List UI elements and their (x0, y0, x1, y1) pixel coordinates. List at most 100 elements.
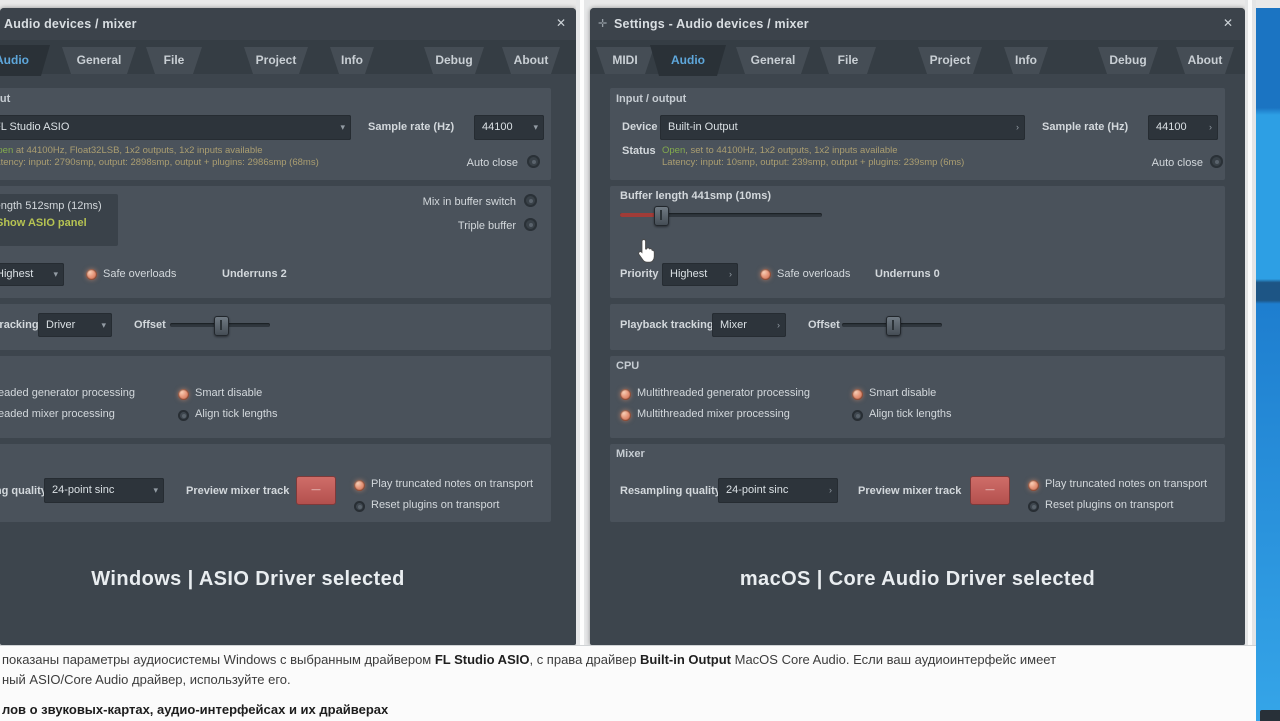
triple-buffer-label: Triple buffer (458, 220, 516, 232)
auto-close-label: Auto close (467, 157, 518, 169)
device-label: Device (622, 121, 657, 133)
tracking-value: Mixer (720, 313, 747, 337)
safe-overloads-label: Safe overloads (103, 268, 176, 280)
tab-midi[interactable]: MIDI (596, 47, 654, 74)
footer-note: показаны параметры аудиосистемы Windows … (0, 645, 1256, 721)
mouse-cursor-hand (636, 238, 658, 264)
tracking-dropdown[interactable]: Mixer › (712, 313, 786, 337)
chevron-down-icon: ▾ (533, 115, 538, 140)
safe-overloads-radio[interactable] (760, 269, 771, 280)
smart-disable-radio[interactable] (178, 389, 189, 400)
tab-about[interactable]: About (1176, 47, 1234, 74)
reset-plugins-radio[interactable] (354, 501, 365, 512)
tab-general[interactable]: General (736, 47, 810, 74)
footer-line-3: лов о звуковых-картах, аудио-интерфейсах… (2, 702, 388, 717)
multithreaded-mixer-label: Multithreaded mixer processing (637, 408, 790, 420)
device-dropdown[interactable]: FL Studio ASIO ▾ (0, 115, 351, 140)
chevron-right-icon: › (829, 478, 832, 503)
resampling-dropdown[interactable]: 24-point sinc ▾ (44, 478, 164, 503)
status-line-2: Latency: input: 10smp, output: 239smp, o… (662, 157, 964, 168)
tab-bar: MIDI Audio General File Project Info Deb… (590, 40, 1245, 74)
show-asio-panel-link[interactable]: Show ASIO panel (0, 217, 87, 229)
tracking-dropdown[interactable]: Driver ▾ (38, 313, 112, 337)
settings-window-macos: ✛ Settings - Audio devices / mixer ✕ MID… (590, 8, 1245, 645)
reset-plugins-label: Reset plugins on transport (371, 499, 499, 511)
status-rest: , set to 44100Hz, 1x2 outputs, 1x2 input… (685, 145, 897, 156)
preview-mixer-track-button[interactable]: — (296, 476, 336, 505)
status-open: Open (0, 145, 13, 156)
window-title: Audio devices / mixer (4, 17, 137, 31)
close-icon[interactable]: ✕ (556, 16, 566, 30)
footer-line-2: ный ASIO/Core Audio драйвер, используйте… (2, 672, 291, 687)
desktop-background-strip (1256, 8, 1280, 721)
align-tick-radio[interactable] (178, 410, 189, 421)
chevron-down-icon: ▾ (340, 115, 345, 140)
tab-file[interactable]: File (146, 47, 202, 74)
buffer-length-label: Buffer length 441smp (10ms) (620, 190, 771, 202)
multithreaded-generator-label: Multithreaded generator processing (637, 387, 810, 399)
titlebar: ✛ Settings - Audio devices / mixer ✕ (590, 8, 1245, 40)
caption-macos: macOS | Core Audio Driver selected (590, 568, 1245, 591)
tab-file[interactable]: File (820, 47, 876, 74)
sample-rate-dropdown[interactable]: 44100 › (1148, 115, 1218, 140)
reset-plugins-radio[interactable] (1028, 501, 1039, 512)
tab-info[interactable]: Info (1004, 47, 1048, 74)
align-tick-radio[interactable] (852, 410, 863, 421)
buffer-slider-knob[interactable] (654, 206, 669, 226)
priority-value: Highest (670, 263, 707, 286)
window-edge-strip (1245, 0, 1256, 721)
preview-mixer-track-label: Preview mixer track (858, 485, 961, 497)
footer-line-1-bold-1: FL Studio ASIO (435, 652, 530, 667)
multithreaded-generator-radio[interactable] (620, 389, 631, 400)
footer-line-1: показаны параметры аудиосистемы Windows … (2, 652, 1056, 667)
offset-label: Offset (808, 319, 840, 331)
auto-close-label: Auto close (1152, 157, 1203, 169)
titlebar: Audio devices / mixer ✕ (0, 8, 576, 40)
underruns-counter: Underruns 0 (875, 268, 940, 280)
priority-dropdown[interactable]: Highest › (662, 263, 738, 286)
playback-tracking-label: Playback tracking (620, 319, 714, 331)
safe-overloads-radio[interactable] (86, 269, 97, 280)
offset-slider-knob[interactable] (214, 316, 229, 336)
smart-disable-radio[interactable] (852, 389, 863, 400)
resampling-dropdown[interactable]: 24-point sinc › (718, 478, 838, 503)
chevron-down-icon: ▾ (101, 313, 106, 337)
multithreaded-mixer-radio[interactable] (620, 410, 631, 421)
device-dropdown[interactable]: Built-in Output › (660, 115, 1025, 140)
play-truncated-radio[interactable] (354, 480, 365, 491)
triple-buffer-toggle[interactable] (524, 218, 537, 231)
tab-project[interactable]: Project (918, 47, 982, 74)
smart-disable-label: Smart disable (195, 387, 262, 399)
footer-line-1-text: MacOS Core Audio. Если ваш аудиоинтерфей… (731, 652, 1056, 667)
offset-slider-knob[interactable] (886, 316, 901, 336)
sample-rate-dropdown[interactable]: 44100 ▾ (474, 115, 544, 140)
auto-close-toggle[interactable] (527, 155, 540, 168)
preview-mixer-track-button[interactable]: — (970, 476, 1010, 505)
tab-audio[interactable]: Audio (0, 45, 50, 76)
tab-info[interactable]: Info (330, 47, 374, 74)
safe-overloads-label: Safe overloads (777, 268, 850, 280)
tab-debug[interactable]: Debug (1098, 47, 1158, 74)
status-label: Status (622, 145, 656, 157)
resampling-value: 24-point sinc (52, 478, 114, 503)
status-line-1: Open at 44100Hz, Float32LSB, 1x2 outputs… (0, 145, 263, 156)
play-truncated-radio[interactable] (1028, 480, 1039, 491)
tab-general[interactable]: General (62, 47, 136, 74)
mix-in-buffer-toggle[interactable] (524, 194, 537, 207)
chevron-down-icon: ▾ (153, 478, 158, 503)
play-truncated-label: Play truncated notes on transport (371, 478, 533, 490)
tab-project[interactable]: Project (244, 47, 308, 74)
priority-dropdown[interactable]: Highest ▾ (0, 263, 64, 286)
tab-debug[interactable]: Debug (424, 47, 484, 74)
close-icon[interactable]: ✕ (1223, 16, 1233, 30)
settings-window-windows: Audio devices / mixer ✕ Audio General Fi… (0, 8, 576, 645)
status-rest: at 44100Hz, Float32LSB, 1x2 outputs, 1x2… (13, 145, 262, 156)
priority-value: Highest (0, 263, 33, 286)
align-tick-label: Align tick lengths (195, 408, 278, 420)
tab-audio[interactable]: Audio (650, 45, 726, 76)
auto-close-toggle[interactable] (1210, 155, 1223, 168)
window-move-icon: ✛ (598, 17, 607, 30)
io-section-title: Input / output (0, 93, 10, 105)
tab-about[interactable]: About (502, 47, 560, 74)
chevron-right-icon: › (1016, 115, 1019, 140)
